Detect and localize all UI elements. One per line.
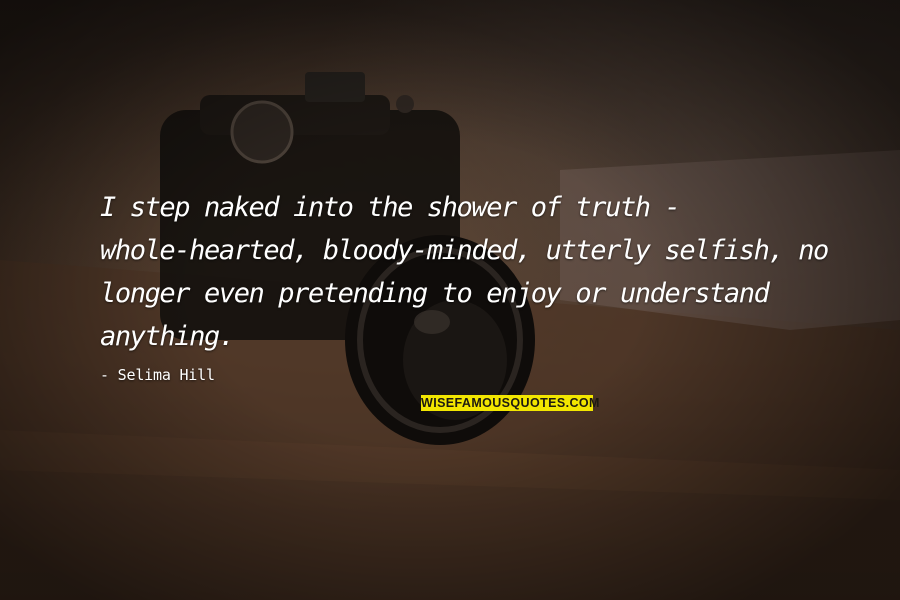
- quote-line: longer even pretending to enjoy or under…: [100, 278, 770, 309]
- watermark-banner: WISEFAMOUSQUOTES.COM: [421, 395, 600, 411]
- quote-author: - Selima Hill: [100, 366, 215, 384]
- watermark-text: WISEFAMOUSQUOTES.COM: [421, 396, 600, 410]
- quote-text: I step naked into the shower of truth - …: [100, 186, 829, 358]
- quote-line: anything.: [100, 321, 235, 352]
- quote-line: whole-hearted, bloody-minded, utterly se…: [100, 235, 829, 266]
- quote-image: I step naked into the shower of truth - …: [0, 0, 900, 600]
- quote-line: I step naked into the shower of truth -: [100, 192, 681, 223]
